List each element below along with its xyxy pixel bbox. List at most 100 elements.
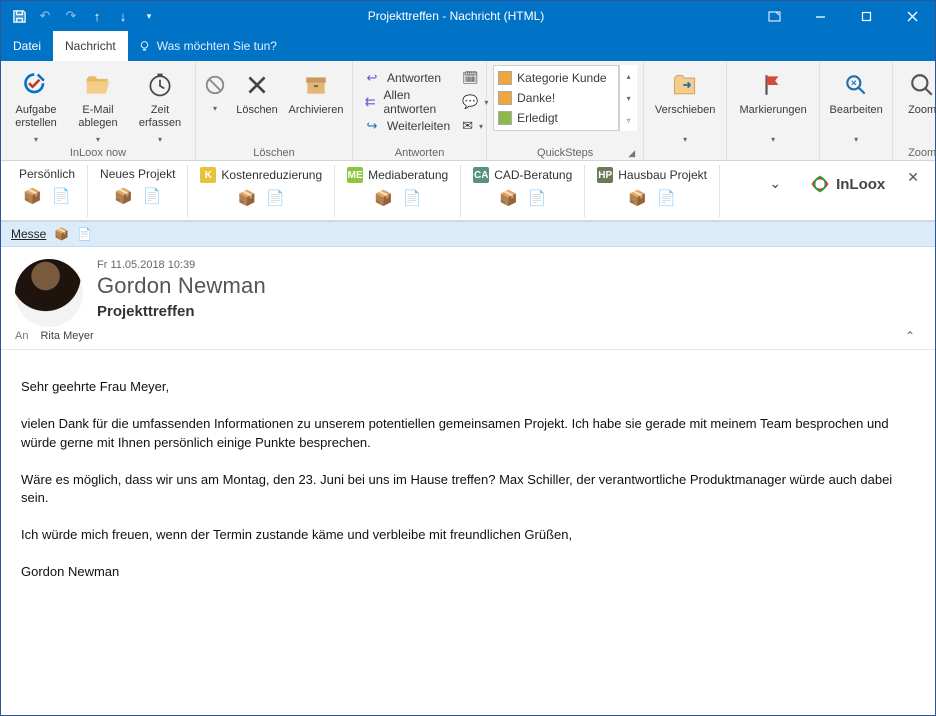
group-respond: ↩Antworten ⇇Allen antworten ↪Weiterleite…: [353, 61, 487, 160]
project-badge: CA: [473, 167, 489, 183]
project-item[interactable]: CACAD-Beratung 📦📄: [461, 165, 585, 217]
page-icon[interactable]: 📄: [143, 187, 162, 205]
mail-to-row: An Rita Meyer ⌃: [1, 329, 935, 350]
im-reply-button[interactable]: 💬▾: [458, 91, 480, 113]
quickstep-item[interactable]: Kategorie Kunde: [496, 68, 616, 88]
project-badge: K: [200, 167, 216, 183]
box-icon[interactable]: 📦: [54, 227, 69, 241]
ribbon-tabs: Datei Nachricht Was möchten Sie tun?: [1, 31, 935, 61]
group-zoom: Zoom Zoom: [893, 61, 936, 160]
quickstep-item[interactable]: Erledigt: [496, 108, 616, 128]
chevron-down-icon: ⌄: [769, 175, 781, 191]
more-respond-button[interactable]: ✉▾: [458, 115, 480, 137]
move-button[interactable]: Verschieben ▾: [650, 65, 720, 144]
project-item[interactable]: KKostenreduzierung 📦📄: [188, 165, 335, 217]
tags-button[interactable]: Markierungen ▾: [733, 65, 813, 144]
junk-icon: [199, 69, 231, 101]
dialog-launcher-icon[interactable]: ◢: [628, 148, 635, 159]
next-icon[interactable]: ↓: [111, 4, 135, 28]
project-new[interactable]: Neues Projekt 📦📄: [88, 165, 188, 217]
reply-icon: ↩: [363, 69, 381, 87]
box-icon[interactable]: 📦: [23, 187, 42, 205]
quickstep-item[interactable]: Danke!: [496, 88, 616, 108]
messe-link[interactable]: Messe: [11, 227, 46, 241]
page-icon[interactable]: 📄: [77, 227, 92, 241]
archive-button[interactable]: Archivieren: [286, 65, 346, 132]
mail-date: Fr 11.05.2018 10:39: [97, 259, 921, 271]
move-folder-icon: [669, 69, 701, 101]
avatar: [15, 259, 83, 327]
task-create-icon: [20, 69, 52, 101]
tell-me-label: Was möchten Sie tun?: [157, 39, 277, 53]
category-swatch-icon: [498, 71, 512, 85]
inloox-logo: InLoox: [797, 165, 897, 203]
meeting-reply-button[interactable]: 🗓: [458, 67, 480, 89]
minimize-button[interactable]: [797, 1, 843, 31]
reply-button[interactable]: ↩Antworten: [359, 67, 454, 89]
collapse-header-button[interactable]: ⌃: [905, 329, 921, 343]
close-button[interactable]: [889, 1, 935, 31]
tab-message[interactable]: Nachricht: [53, 31, 128, 61]
ribbon-display-icon[interactable]: [751, 1, 797, 31]
page-icon[interactable]: 📄: [403, 189, 422, 207]
save-icon[interactable]: [7, 4, 31, 28]
project-bar-close[interactable]: ✕: [897, 165, 929, 190]
maximize-button[interactable]: [843, 1, 889, 31]
chevron-up-icon: ⌃: [905, 329, 915, 343]
qat-customize-icon[interactable]: ▾: [137, 4, 161, 28]
email-file-button[interactable]: E-Mail ablegen ▾: [69, 65, 127, 144]
group-delete: ▾ Löschen Archivieren Löschen: [196, 61, 353, 160]
category-swatch-icon: [498, 91, 512, 105]
reply-all-icon: ⇇: [363, 93, 378, 111]
project-personal[interactable]: Persönlich 📦📄: [7, 165, 88, 217]
reply-all-button[interactable]: ⇇Allen antworten: [359, 91, 454, 113]
box-icon[interactable]: 📦: [499, 189, 518, 207]
window-title: Projekttreffen - Nachricht (HTML): [161, 9, 751, 23]
redo-icon[interactable]: ↷: [59, 4, 83, 28]
box-icon[interactable]: 📦: [114, 187, 133, 205]
mail-from: Gordon Newman: [97, 273, 921, 299]
ribbon: Aufgabe erstellen ▾ E-Mail ablegen ▾ Zei…: [1, 61, 935, 161]
delete-icon: [241, 69, 273, 101]
page-icon[interactable]: 📄: [528, 189, 547, 207]
messe-bar: Messe 📦 📄: [1, 221, 935, 247]
time-track-button[interactable]: Zeit erfassen ▾: [131, 65, 189, 144]
delete-button[interactable]: Löschen: [232, 65, 282, 132]
junk-button[interactable]: ▾: [202, 65, 228, 113]
previous-icon[interactable]: ↑: [85, 4, 109, 28]
group-inloox-now: Aufgabe erstellen ▾ E-Mail ablegen ▾ Zei…: [1, 61, 196, 160]
chevron-down-icon: ▾: [683, 135, 687, 144]
box-icon[interactable]: 📦: [238, 189, 257, 207]
page-icon[interactable]: 📄: [52, 187, 71, 205]
chevron-down-icon: ▾: [96, 135, 100, 144]
page-icon[interactable]: 📄: [657, 189, 676, 207]
tab-file[interactable]: Datei: [1, 31, 53, 61]
chevron-down-icon: ▾: [34, 135, 38, 144]
undo-icon[interactable]: ↶: [33, 4, 57, 28]
close-icon: ✕: [907, 169, 919, 185]
titlebar: ↶ ↷ ↑ ↓ ▾ Projekttreffen - Nachricht (HT…: [1, 1, 935, 31]
quicksteps-expand[interactable]: ▴▾▿: [619, 65, 637, 131]
page-icon[interactable]: 📄: [266, 189, 285, 207]
box-icon[interactable]: 📦: [374, 189, 393, 207]
tell-me[interactable]: Was möchten Sie tun?: [128, 39, 287, 53]
group-quicksteps: Kategorie Kunde Danke! Erledigt ▴▾▿ Quic…: [487, 61, 644, 160]
edit-button[interactable]: Bearbeiten ▾: [826, 65, 886, 144]
body-paragraph: Gordon Newman: [21, 563, 915, 582]
project-item[interactable]: MEMediaberatung 📦📄: [335, 165, 461, 217]
task-create-button[interactable]: Aufgabe erstellen ▾: [7, 65, 65, 144]
project-item[interactable]: HPHausbau Projekt 📦📄: [585, 165, 720, 217]
project-bar-toggle[interactable]: ⌄: [753, 165, 797, 202]
box-icon[interactable]: 📦: [628, 189, 647, 207]
body-paragraph: Ich würde mich freuen, wenn der Termin z…: [21, 526, 915, 545]
forward-button[interactable]: ↪Weiterleiten: [359, 115, 454, 137]
mail-subject: Projekttreffen: [97, 303, 921, 320]
group-tags: Markierungen ▾: [727, 61, 820, 160]
body-paragraph: Wäre es möglich, dass wir uns am Montag,…: [21, 471, 915, 509]
mail-header: Fr 11.05.2018 10:39 Gordon Newman Projek…: [1, 247, 935, 329]
quicksteps-gallery[interactable]: Kategorie Kunde Danke! Erledigt: [493, 65, 619, 131]
zoom-button[interactable]: Zoom: [899, 65, 936, 132]
body-paragraph: vielen Dank für die umfassenden Informat…: [21, 415, 915, 453]
chevron-down-icon: ▾: [158, 135, 162, 144]
zoom-icon: [906, 69, 936, 101]
